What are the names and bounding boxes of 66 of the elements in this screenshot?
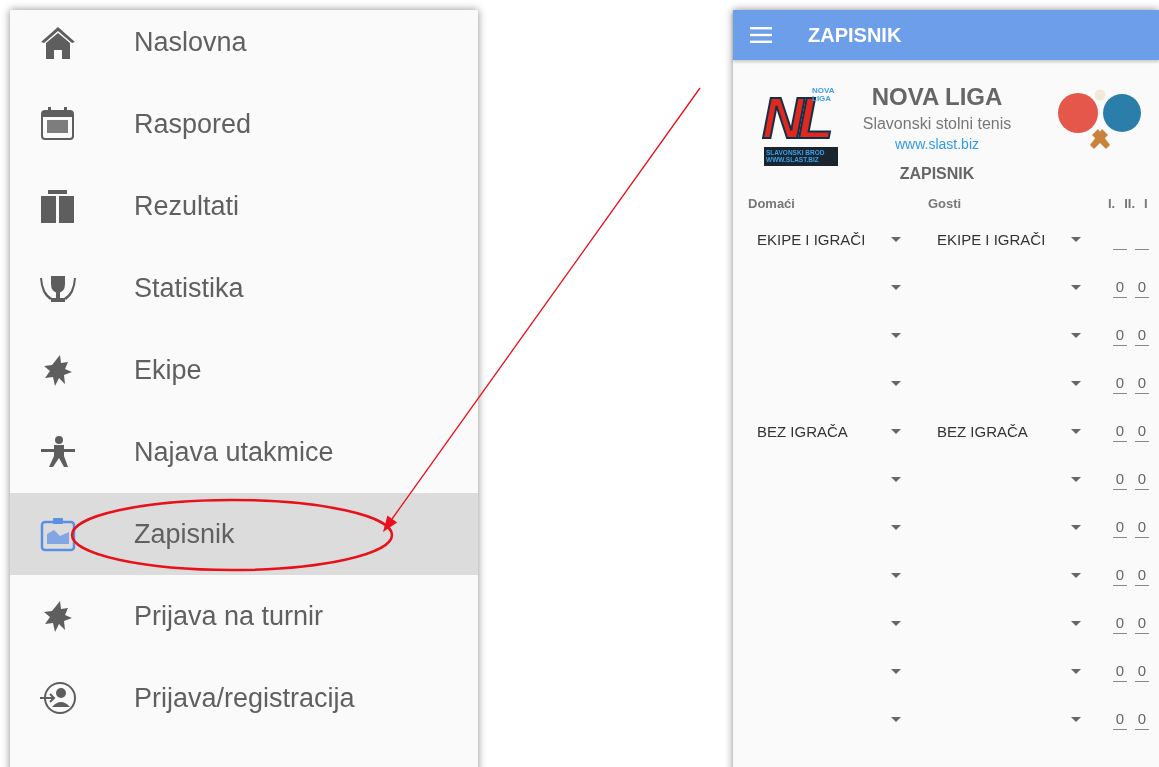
column-header: Gosti: [928, 195, 963, 211]
caret-icon: [891, 668, 901, 674]
score-input[interactable]: 0: [1113, 276, 1127, 298]
menu-item[interactable]: Prijava/registracija: [10, 657, 478, 739]
score-input[interactable]: 0: [1135, 420, 1149, 442]
set-header: I: [1144, 195, 1148, 211]
caret-icon: [1071, 524, 1081, 530]
caret-icon: [1071, 476, 1081, 482]
caret-icon: [891, 524, 901, 530]
score-input[interactable]: 0: [1113, 708, 1127, 730]
score-input[interactable]: 0: [1135, 708, 1149, 730]
caret-icon: [891, 236, 901, 242]
guest-select[interactable]: BEZ IGRAČA: [928, 415, 1093, 447]
guest-select[interactable]: EKIPE I IGRAČI: [928, 223, 1093, 255]
caret-icon: [1071, 428, 1081, 434]
caret-icon: [891, 284, 901, 290]
caret-icon: [1071, 332, 1081, 338]
menu-item[interactable]: Statistika: [10, 247, 478, 329]
caret-icon: [1071, 236, 1081, 242]
score-input[interactable]: 0: [1135, 372, 1149, 394]
caret-icon: [1071, 716, 1081, 722]
score-input[interactable]: 0: [1135, 276, 1149, 298]
caret-icon: [891, 428, 901, 434]
score-input[interactable]: 0: [1135, 660, 1149, 682]
set-header: I.: [1108, 195, 1116, 211]
score-input[interactable]: 0: [1135, 516, 1149, 538]
score-input[interactable]: 0: [1113, 612, 1127, 634]
menu-item[interactable]: Zapisnik: [10, 493, 478, 575]
league-subtitle: Slavonski stolni tenis: [862, 115, 1012, 133]
score-input[interactable]: 0: [1135, 324, 1149, 346]
menu-item[interactable]: Najava utakmice: [10, 411, 478, 493]
caret-icon: [891, 620, 901, 626]
menu-item[interactable]: Rezultati: [10, 165, 478, 247]
menu-item[interactable]: Prijava na turnir: [10, 575, 478, 657]
column-header: Domaći: [748, 195, 796, 211]
caret-icon: [1071, 572, 1081, 578]
menu-icon[interactable]: [750, 27, 772, 43]
home-select[interactable]: EKIPE I IGRAČI: [748, 223, 913, 255]
caret-icon: [891, 572, 901, 578]
website-link[interactable]: www.slast.biz: [895, 136, 979, 152]
caret-icon: [1071, 380, 1081, 386]
menu-item[interactable]: Raspored: [10, 83, 478, 165]
score-input[interactable]: 0: [1135, 612, 1149, 634]
home-select[interactable]: BEZ IGRAČA: [748, 415, 913, 447]
menu-item[interactable]: Ekipe: [10, 329, 478, 411]
caret-icon: [1071, 284, 1081, 290]
caret-icon: [891, 380, 901, 386]
league-name: NOVA LIGA: [871, 83, 1003, 111]
score-input[interactable]: 0: [1113, 324, 1127, 346]
caret-icon: [1071, 620, 1081, 626]
set-header: II.: [1124, 195, 1136, 211]
score-input[interactable]: 0: [1113, 468, 1127, 490]
caret-icon: [891, 476, 901, 482]
score-input[interactable]: 0: [1113, 660, 1127, 682]
score-input[interactable]: 0: [1135, 468, 1149, 490]
score-input[interactable]: 0: [1113, 420, 1127, 442]
score-input[interactable]: 0: [1113, 516, 1127, 538]
caret-icon: [891, 716, 901, 722]
score-input[interactable]: 0: [1135, 564, 1149, 586]
caret-icon: [1071, 668, 1081, 674]
score-input[interactable]: 0: [1113, 564, 1127, 586]
score-input[interactable]: 0: [1113, 372, 1127, 394]
menu-item[interactable]: Naslovna: [10, 10, 478, 83]
section-title: ZAPISNIK: [898, 165, 976, 183]
caret-icon: [891, 332, 901, 338]
app-title: ZAPISNIK: [808, 23, 902, 47]
